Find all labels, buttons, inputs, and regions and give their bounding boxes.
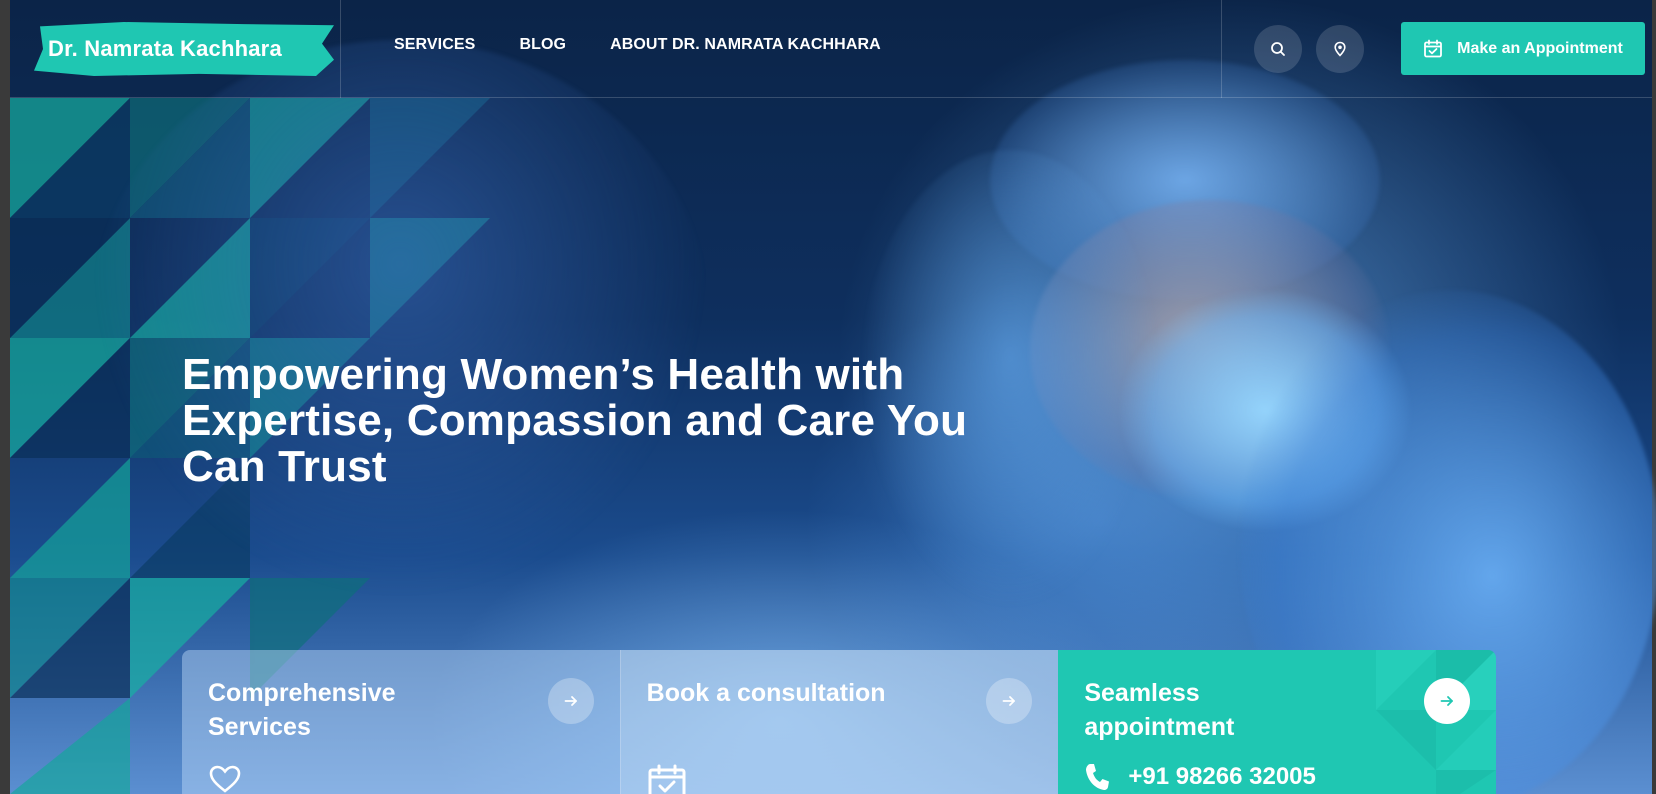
page-frame: Dr. Namrata Kachhara SERVICES BLOG ABOUT… <box>0 0 1656 794</box>
hero-headline: Empowering Women’s Health with Expertise… <box>182 350 968 491</box>
phone-contact[interactable]: +91 98266 32005 <box>1084 762 1316 792</box>
window-edge <box>1652 0 1656 794</box>
card-title: Seamless appointment <box>1084 679 1235 741</box>
card-arrow-button[interactable] <box>986 678 1033 724</box>
phone-icon <box>1086 764 1110 790</box>
arrow-right-icon <box>1440 696 1453 706</box>
search-button[interactable] <box>1254 25 1302 73</box>
nav-item-blog[interactable]: BLOG <box>519 36 566 54</box>
map-pin-icon <box>1334 41 1346 57</box>
calendar-check-icon <box>1424 39 1443 57</box>
window-edge <box>0 0 10 794</box>
nav-item-about[interactable]: ABOUT DR. NAMRATA KACHHARA <box>610 36 881 54</box>
search-icon <box>1271 42 1285 56</box>
arrow-right-icon <box>564 696 577 706</box>
card-seamless-appointment[interactable]: Seamless appointment +91 98266 32005 <box>1058 650 1497 794</box>
make-appointment-button[interactable]: Make an Appointment <box>1401 22 1645 75</box>
site-logo-text: Dr. Namrata Kachhara <box>48 36 282 61</box>
main-nav: SERVICES BLOG ABOUT DR. NAMRATA KACHHARA <box>394 36 881 54</box>
card-comprehensive-services[interactable]: Comprehensive Services <box>182 650 621 794</box>
feature-cards: Comprehensive Services Book a consultati… <box>182 650 1497 794</box>
surgeon-background-figure <box>90 40 710 600</box>
nav-item-services[interactable]: SERVICES <box>394 36 475 54</box>
card-arrow-button[interactable] <box>1424 678 1471 724</box>
header-divider <box>1221 0 1222 98</box>
arrow-right-icon <box>1002 696 1016 706</box>
header-divider <box>340 0 341 98</box>
site-logo[interactable]: Dr. Namrata Kachhara <box>34 22 334 76</box>
phone-number: +91 98266 32005 <box>1128 763 1316 790</box>
card-title: Comprehensive Services <box>208 679 396 741</box>
site-header: Dr. Namrata Kachhara SERVICES BLOG ABOUT… <box>10 0 1652 98</box>
heart-icon <box>208 764 242 794</box>
card-arrow-button[interactable] <box>547 678 594 724</box>
triangle-pattern-decoration <box>1376 650 1497 794</box>
card-book-consultation[interactable]: Book a consultation <box>620 650 1059 794</box>
calendar-check-icon <box>647 764 687 794</box>
location-button[interactable] <box>1316 25 1364 73</box>
card-title: Book a consultation <box>646 679 886 707</box>
make-appointment-label: Make an Appointment <box>1457 39 1623 57</box>
